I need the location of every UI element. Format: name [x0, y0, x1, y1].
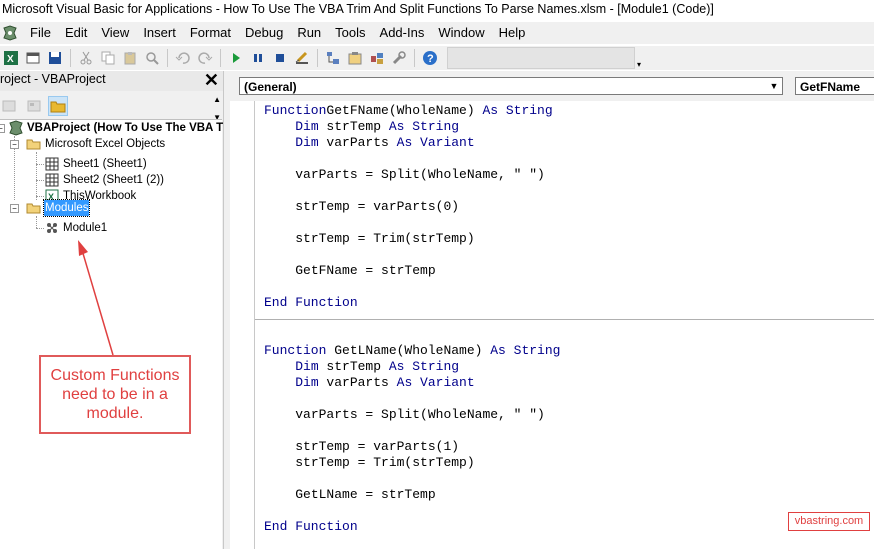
- callout-text: Custom Functions need to be in a module.: [50, 367, 180, 422]
- callout-box: Custom Functions need to be in a module.: [39, 355, 191, 434]
- annotation-arrow: [78, 240, 114, 356]
- watermark: vbastring.com: [788, 512, 870, 531]
